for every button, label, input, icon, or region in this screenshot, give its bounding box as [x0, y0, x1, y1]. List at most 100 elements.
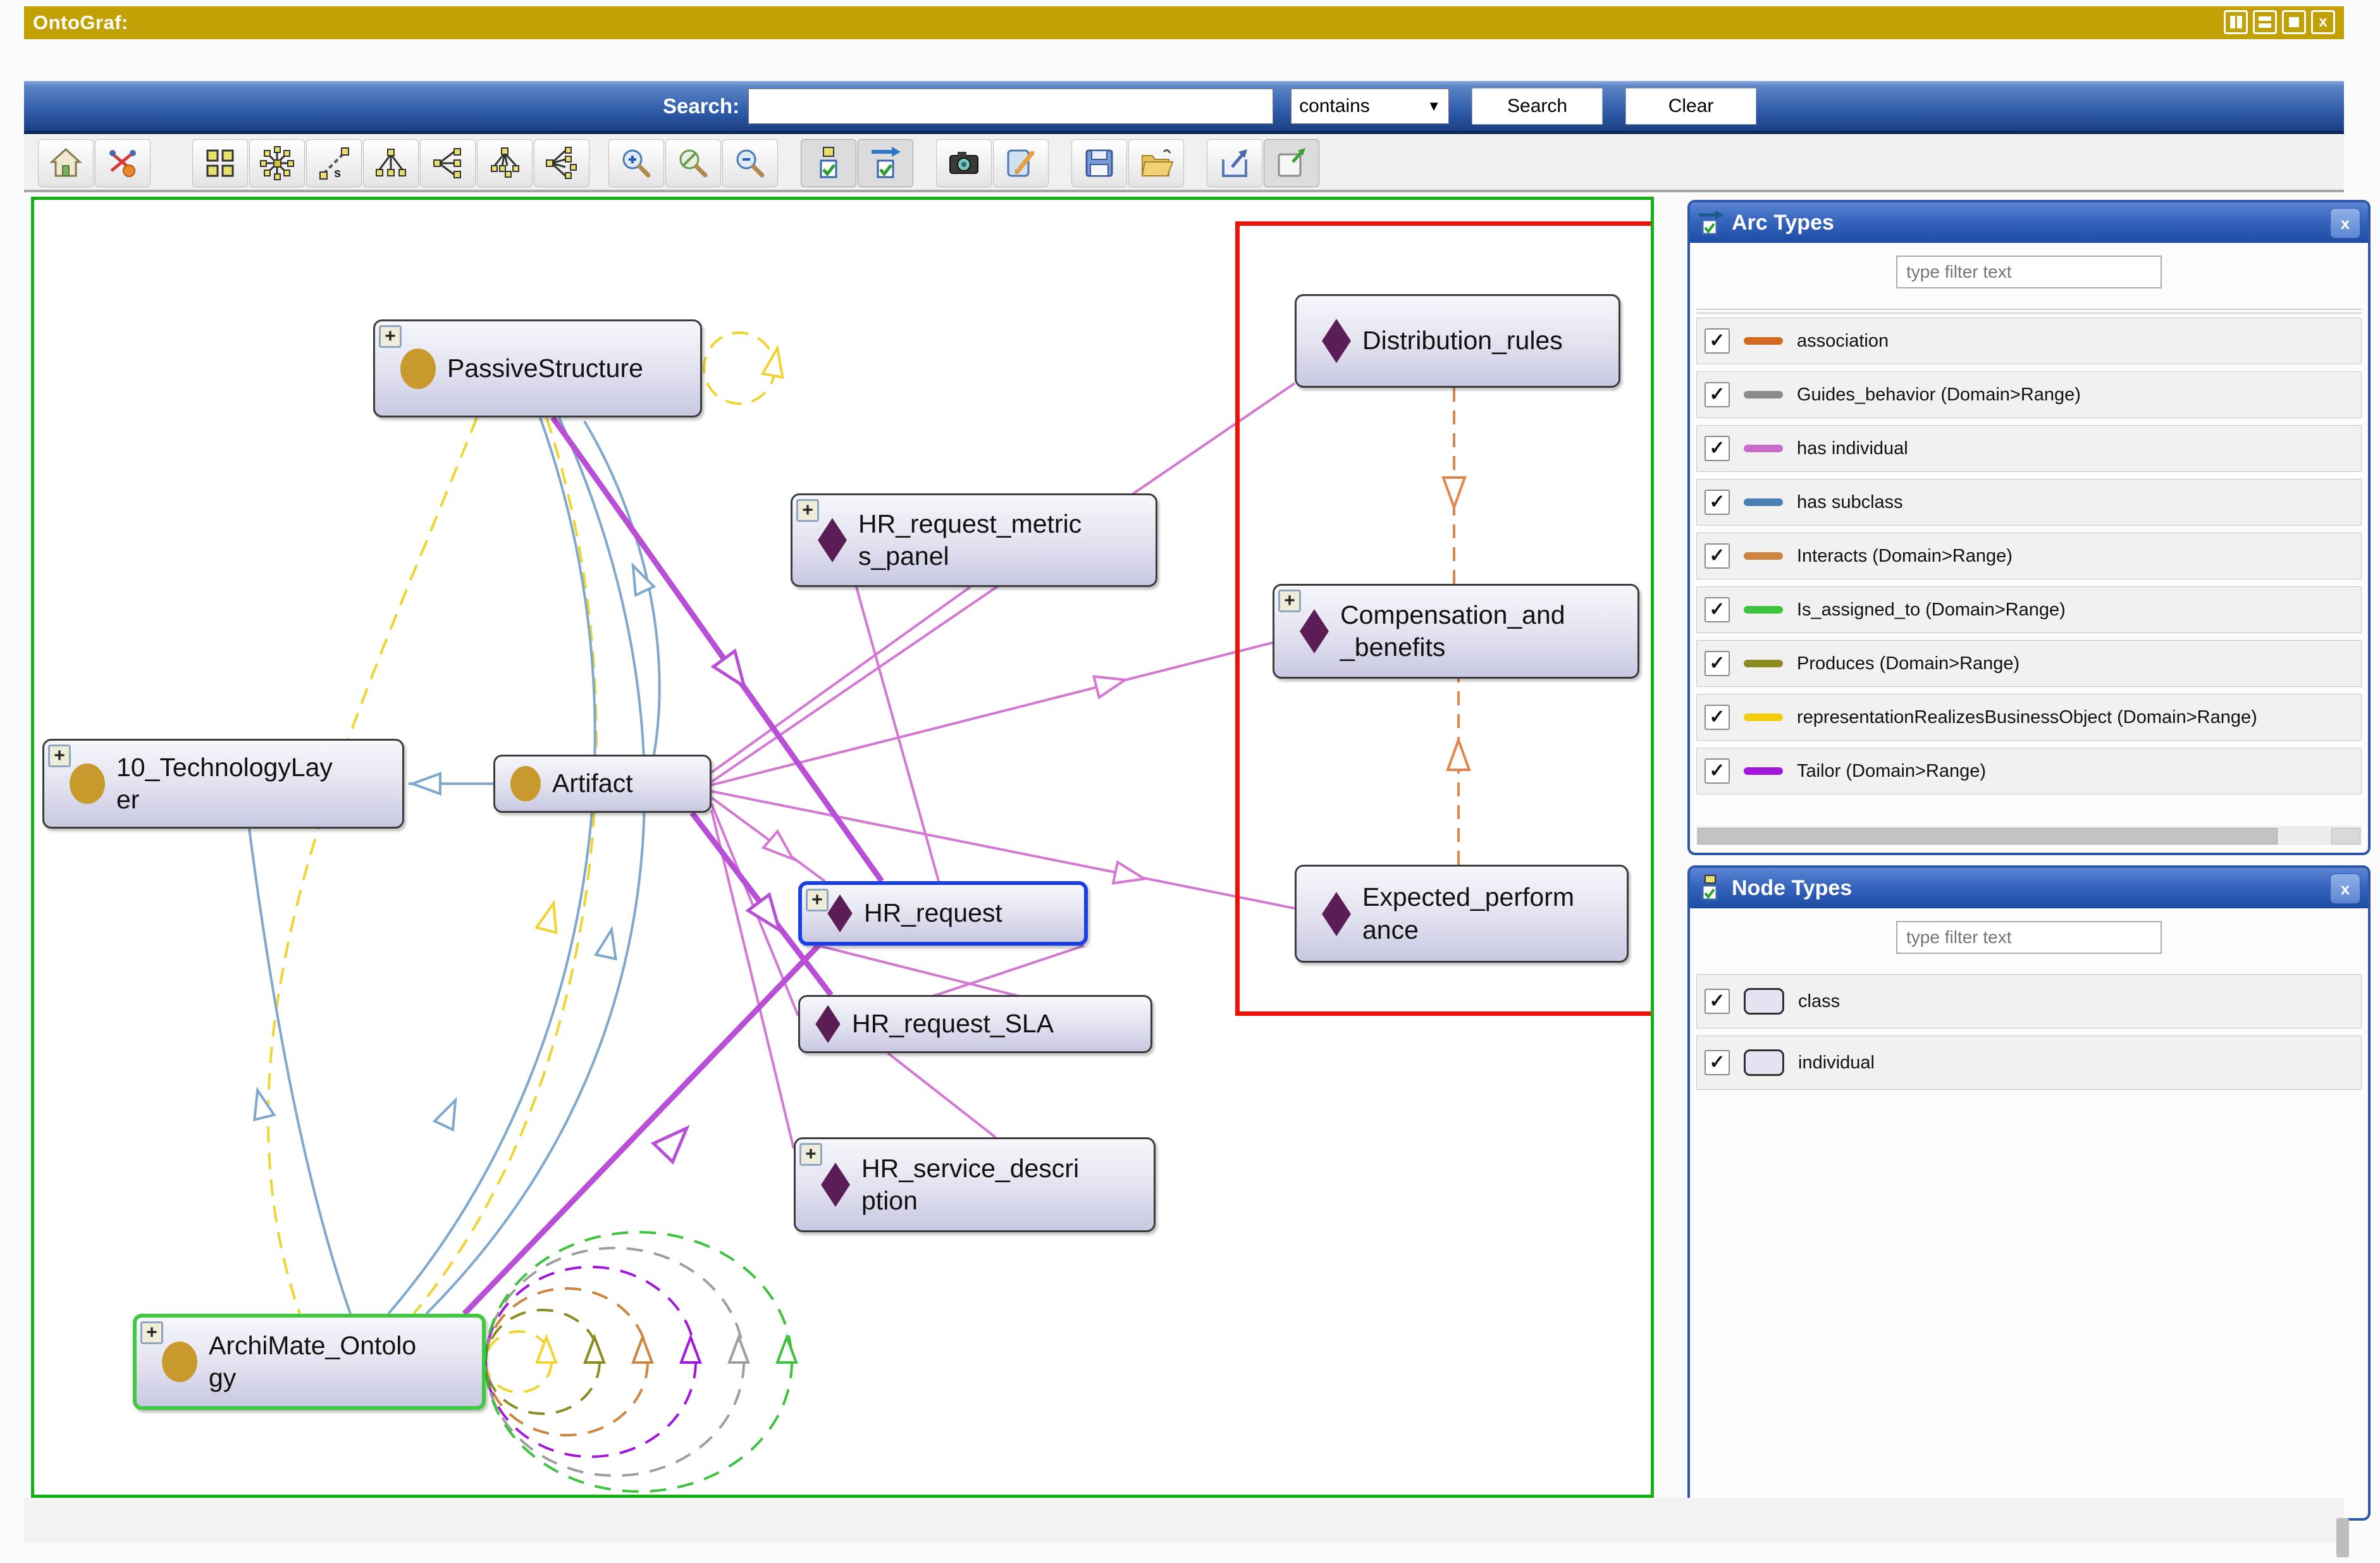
graph-node-hr-service-description[interactable]: + HR_service_description	[794, 1137, 1156, 1232]
graph-node-expected-performance[interactable]: Expected_performance	[1295, 865, 1629, 963]
checkbox-checked-icon[interactable]	[1705, 382, 1730, 407]
graph-node-hr-request[interactable]: + HR_request	[798, 881, 1088, 946]
expand-icon[interactable]: +	[799, 1143, 822, 1166]
horizontal-scrollbar[interactable]	[1696, 826, 2362, 845]
checkbox-checked-icon[interactable]	[1705, 597, 1730, 622]
save-icon[interactable]	[1071, 139, 1127, 187]
arc-type-row[interactable]: has subclass	[1696, 479, 2362, 526]
close-icon[interactable]: x	[2311, 10, 2335, 34]
window-title: OntoGraf:	[24, 11, 128, 34]
search-mode-dropdown[interactable]: contains ▼	[1291, 89, 1449, 124]
tree-vertical-icon[interactable]	[363, 139, 419, 187]
arc-type-label: Is_assigned_to (Domain>Range)	[1797, 600, 2066, 621]
radial-layout-icon[interactable]	[249, 139, 305, 187]
spring-layout-icon[interactable]: s	[306, 139, 362, 187]
graph-node-hr-request-metrics-panel[interactable]: + HR_request_metrics_panel	[791, 493, 1157, 587]
scrollbar-thumb[interactable]	[1698, 828, 2278, 844]
arc-type-row[interactable]: Is_assigned_to (Domain>Range)	[1696, 586, 2362, 633]
zoom-out-icon[interactable]	[722, 139, 778, 187]
node-type-row[interactable]: individual	[1696, 1035, 2362, 1090]
checkbox-checked-icon[interactable]	[1705, 436, 1730, 461]
arc-color-swatch	[1744, 606, 1783, 614]
status-strip	[24, 1498, 2344, 1542]
arc-type-label: Tailor (Domain>Range)	[1797, 761, 1986, 782]
clear-button[interactable]: Clear	[1625, 88, 1756, 125]
checkbox-checked-icon[interactable]	[1705, 758, 1730, 784]
directed-tree-horizontal-icon[interactable]	[534, 139, 589, 187]
arc-types-icon	[1698, 209, 1725, 237]
arc-type-filter-input[interactable]	[1896, 256, 2162, 288]
node-types-header: Node Types x	[1690, 868, 2368, 908]
arc-color-swatch	[1744, 337, 1783, 345]
arc-type-label: has individual	[1797, 438, 1908, 459]
zoom-in-icon[interactable]	[608, 139, 664, 187]
tree-horizontal-icon[interactable]	[420, 139, 476, 187]
close-icon[interactable]: x	[2330, 874, 2360, 904]
scrollbar-corner	[2331, 828, 2360, 844]
node-label: HR_service_description	[861, 1152, 1086, 1218]
arc-type-row[interactable]: Produces (Domain>Range)	[1696, 640, 2362, 687]
graph-node-artifact[interactable]: Artifact	[493, 755, 712, 813]
expand-icon[interactable]: +	[796, 499, 819, 522]
graph-node-10-technologylayer[interactable]: + 10_TechnologyLayer	[42, 739, 404, 829]
individual-icon	[1322, 319, 1351, 363]
graph-node-compensation-and-benefits[interactable]: + Compensation_and_benefits	[1273, 584, 1639, 679]
checkbox-checked-icon[interactable]	[1705, 1050, 1730, 1075]
node-shape-swatch	[1744, 1049, 1784, 1076]
open-icon[interactable]	[1128, 139, 1184, 187]
disconnect-pins-icon[interactable]	[95, 139, 151, 187]
zoom-reset-icon[interactable]	[665, 139, 721, 187]
graph-node-distribution-rules[interactable]: Distribution_rules	[1295, 294, 1620, 388]
graph-node-passivestructure[interactable]: + PassiveStructure	[373, 319, 702, 417]
node-label: PassiveStructure	[447, 352, 643, 385]
export-image-icon[interactable]	[936, 139, 992, 187]
node-type-row[interactable]: class	[1696, 974, 2362, 1029]
checkbox-checked-icon[interactable]	[1705, 705, 1730, 730]
graph-canvas[interactable]: + PassiveStructure + HR_request_metrics_…	[31, 197, 1654, 1498]
arc-type-row[interactable]: Tailor (Domain>Range)	[1696, 748, 2362, 794]
arc-type-row[interactable]: association	[1696, 318, 2362, 364]
divider	[1696, 309, 2362, 314]
toggle-arc-labels-icon[interactable]	[858, 139, 913, 187]
close-icon[interactable]: x	[2330, 208, 2360, 238]
checkbox-checked-icon[interactable]	[1705, 989, 1730, 1014]
search-button[interactable]: Search	[1472, 88, 1603, 125]
checkbox-checked-icon[interactable]	[1705, 651, 1730, 676]
export-graph-icon[interactable]	[1207, 139, 1262, 187]
directed-tree-vertical-icon[interactable]	[477, 139, 533, 187]
expand-icon[interactable]: +	[48, 744, 71, 767]
arc-type-row[interactable]: Interacts (Domain>Range)	[1696, 533, 2362, 579]
arc-types-panel: Arc Types x association Guides_behavior …	[1687, 200, 2371, 855]
graph-node-hr-request-sla[interactable]: HR_request_SLA	[798, 995, 1152, 1053]
expand-icon[interactable]: +	[1278, 590, 1301, 612]
scrollbar-grip[interactable]	[2336, 1518, 2349, 1557]
grid-layout-icon[interactable]	[192, 139, 248, 187]
arc-type-row[interactable]: Guides_behavior (Domain>Range)	[1696, 371, 2362, 418]
maximize-icon[interactable]	[2282, 10, 2306, 34]
search-input[interactable]	[748, 89, 1273, 124]
split-vertical-icon[interactable]	[2224, 10, 2248, 34]
checkbox-checked-icon[interactable]	[1705, 543, 1730, 569]
split-horizontal-icon[interactable]	[2253, 10, 2277, 34]
toolbar: s	[24, 135, 2344, 192]
edit-appearance-icon[interactable]	[993, 139, 1049, 187]
node-label: Artifact	[552, 767, 633, 800]
arc-type-list: association Guides_behavior (Domain>Rang…	[1696, 309, 2362, 801]
expand-icon[interactable]: +	[806, 889, 829, 911]
toggle-node-labels-icon[interactable]	[801, 139, 856, 187]
home-icon[interactable]	[38, 139, 94, 187]
pin-window-icon[interactable]	[1264, 139, 1319, 187]
arc-color-swatch	[1744, 714, 1783, 721]
arc-type-row[interactable]: has individual	[1696, 425, 2362, 472]
node-type-filter-input[interactable]	[1896, 921, 2162, 954]
node-label: Distribution_rules	[1362, 324, 1563, 357]
node-label: HR_request	[864, 897, 1002, 929]
node-label: Expected_performance	[1362, 881, 1584, 946]
checkbox-checked-icon[interactable]	[1705, 490, 1730, 515]
graph-node-archimate-ontology[interactable]: + ArchiMate_Ontology	[133, 1314, 486, 1410]
checkbox-checked-icon[interactable]	[1705, 328, 1730, 354]
expand-icon[interactable]: +	[140, 1321, 163, 1344]
arc-type-row[interactable]: representationRealizesBusinessObject (Do…	[1696, 694, 2362, 741]
expand-icon[interactable]: +	[379, 325, 402, 348]
graph-edges	[34, 200, 1651, 1495]
